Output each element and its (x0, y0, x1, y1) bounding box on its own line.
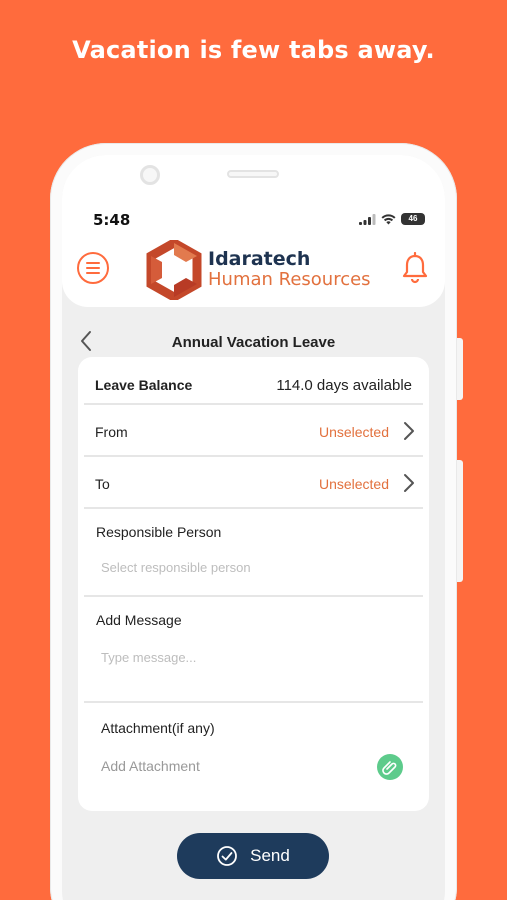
leave-form-card: Leave Balance 114.0 days available From … (78, 357, 429, 811)
responsible-person-select[interactable]: Select responsible person (101, 560, 251, 575)
responsible-person-label: Responsible Person (96, 524, 222, 540)
attachment-placeholder[interactable]: Add Attachment (101, 758, 200, 774)
brand-name: Idaratech (208, 248, 311, 270)
phone-frame: 5:48 46 Idaratech Human Resources Annual… (50, 143, 457, 900)
status-time: 5:48 (93, 211, 131, 229)
phone-side-button-bottom (457, 460, 463, 582)
responsible-person-row: Responsible Person Select responsible pe… (84, 509, 423, 597)
chevron-right-icon (404, 422, 414, 440)
check-circle-icon (217, 846, 238, 866)
from-value: Unselected (318, 424, 389, 440)
attachment-label: Attachment(if any) (101, 720, 215, 736)
paperclip-icon[interactable] (377, 754, 403, 780)
to-label: To (95, 476, 110, 492)
leave-balance-label: Leave Balance (95, 377, 193, 393)
to-value: Unselected (318, 476, 389, 492)
send-button-label: Send (250, 846, 290, 865)
message-row: Add Message Type message... (84, 597, 423, 703)
signal-icon (359, 213, 376, 225)
message-input[interactable]: Type message... (101, 650, 196, 665)
wifi-icon (381, 213, 396, 224)
leave-balance-value: 114.0 days available (276, 377, 412, 394)
headline: Vacation is few tabs away. (72, 36, 435, 64)
front-camera (140, 165, 160, 185)
page-title: Annual Vacation Leave (171, 334, 336, 351)
to-date-row[interactable]: To Unselected (84, 457, 423, 509)
send-button[interactable]: Send (177, 833, 329, 879)
nav-bar: Annual Vacation Leave (62, 327, 445, 357)
leave-balance-row: Leave Balance 114.0 days available (84, 357, 423, 405)
from-date-row[interactable]: From Unselected (84, 405, 423, 457)
bell-icon[interactable] (400, 252, 430, 284)
from-label: From (95, 424, 128, 440)
earpiece-speaker (227, 170, 279, 178)
battery-indicator: 46 (401, 213, 425, 225)
status-icons: 46 (359, 213, 425, 225)
brand-subtitle: Human Resources (208, 269, 371, 290)
menu-icon[interactable] (77, 252, 109, 284)
phone-screen: 5:48 46 Idaratech Human Resources Annual… (62, 155, 445, 900)
logo-icon (146, 240, 202, 300)
phone-side-button-top (457, 338, 463, 400)
chevron-right-icon (404, 474, 414, 492)
message-label: Add Message (96, 612, 182, 628)
